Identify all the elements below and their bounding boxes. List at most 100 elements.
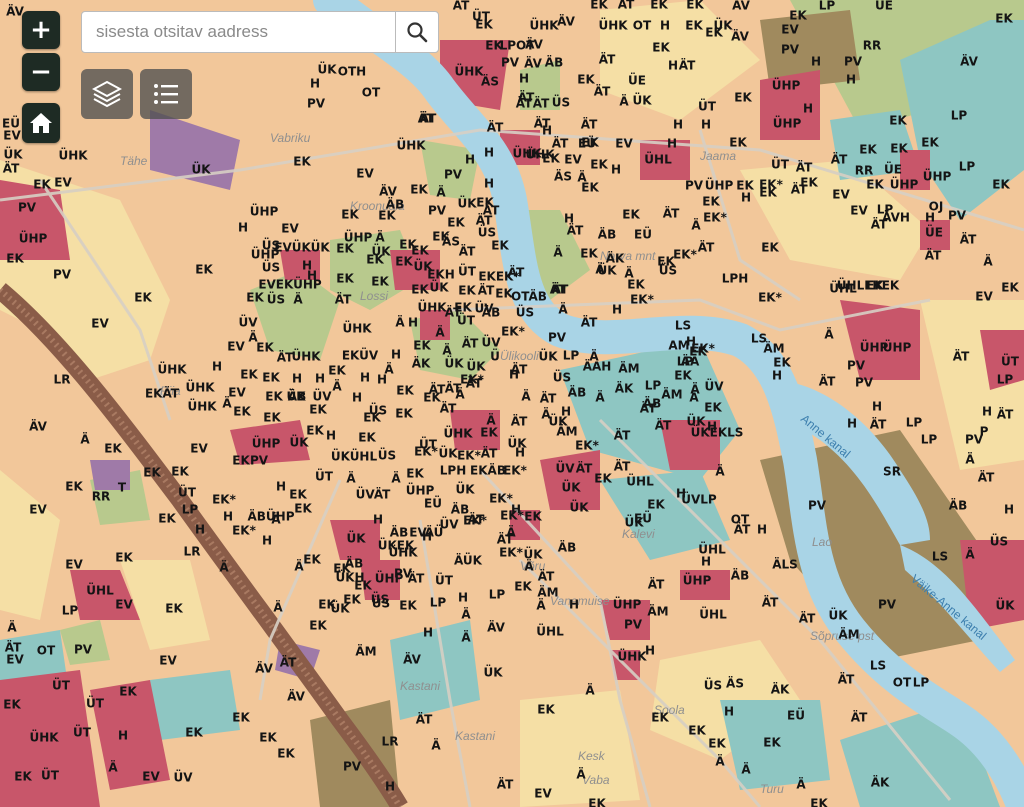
zone-code-label: H	[611, 163, 621, 177]
zoom-out-button[interactable]: −	[22, 53, 60, 91]
zone-code-label: ÜT	[458, 264, 477, 279]
zone-code-label: EK	[708, 737, 726, 751]
zone-code-label: Ä	[553, 245, 563, 260]
zone-code-label: ÄT	[953, 349, 970, 364]
layers-button[interactable]	[81, 69, 133, 119]
zone-code-label: EK*	[758, 291, 782, 305]
zone-code-label: ÜK	[828, 608, 848, 623]
zone-code-label: EK	[992, 178, 1010, 192]
zone-code-label: ÄB	[390, 525, 408, 540]
zone-code-label: ÄK	[771, 682, 790, 697]
zone-code-label: ÄAH	[583, 359, 612, 374]
zone-code-label: Ä	[506, 525, 516, 540]
zone-code-label: EK*	[489, 492, 513, 506]
zone-code-label: PV	[548, 331, 567, 345]
zone-code-label: EV	[227, 340, 245, 354]
zone-code-label: H	[408, 316, 418, 330]
zone-code-label: EK	[343, 593, 361, 607]
zone-code-label: ÄLS	[772, 557, 798, 572]
zone-code-label: Ä	[431, 738, 441, 753]
zone-code-label: ÜKH	[335, 570, 364, 585]
zone-code-label: ÜHK	[454, 64, 484, 79]
zone-code-label: PV	[948, 209, 967, 223]
zone-code-label: ÜHL	[698, 542, 726, 557]
zone-code-label: PV	[844, 55, 863, 69]
zone-code-label: ÜK	[346, 531, 366, 546]
zone-code-label: ÜHK	[187, 399, 217, 414]
zone-code-label: Ä	[983, 254, 993, 269]
zone-code-label: EV	[832, 188, 850, 202]
zone-code-label: LS	[932, 550, 948, 564]
zone-code-label: EK	[293, 155, 311, 169]
zone-code-label: EK	[458, 284, 476, 298]
zone-code-label: ÄT	[335, 292, 352, 307]
zone-code-label: EK	[358, 431, 376, 445]
zone-code-label: EK*	[212, 493, 236, 507]
zone-code-label: ÜV	[312, 389, 332, 404]
zone-code-label: EK*	[232, 524, 256, 538]
zone-code-label: ÜE	[875, 0, 893, 13]
zone-code-label: ÜVLP	[681, 492, 717, 507]
zone-code-label: EV	[975, 290, 993, 304]
zone-code-label: OT	[362, 86, 381, 100]
zone-code-label: EK*	[501, 325, 525, 339]
zone-code-label: Ä	[461, 630, 471, 645]
zone-code-label: LP	[645, 379, 662, 393]
zone-code-label: LR	[184, 545, 201, 559]
zone-code-label: PV	[307, 97, 326, 111]
zone-code-label: ÜT	[1001, 354, 1020, 369]
zone-code-label: OT	[893, 676, 912, 690]
zone-code-label: ÄM	[661, 387, 682, 402]
zone-code-label: EK	[399, 599, 417, 613]
zone-code-label: ÜT	[771, 157, 790, 172]
zone-code-label: EK	[652, 41, 670, 55]
zone-code-label: EK	[423, 391, 441, 405]
layers-icon	[92, 80, 122, 108]
zone-code-label: H	[515, 446, 525, 460]
zone-code-label: EK	[622, 208, 640, 222]
zone-code-label: LP	[62, 604, 79, 618]
zone-code-label: EK	[119, 685, 137, 699]
zone-code-label: Ä	[391, 471, 401, 486]
zone-code-label: EK	[336, 242, 354, 256]
zone-code-label: ÄT	[538, 569, 555, 584]
zone-code-label: ÄB	[345, 556, 363, 571]
zoom-in-button[interactable]: +	[22, 11, 60, 49]
zone-code-label: ÄS	[481, 74, 499, 89]
zone-code-label: ÜT	[698, 99, 717, 114]
zone-code-label: EÜ	[424, 496, 442, 511]
zone-code-label: ÄT	[476, 213, 493, 228]
zone-code-label: ÜK	[624, 515, 644, 530]
zone-code-label: Ä	[455, 387, 465, 402]
zone-code-label: ÜT	[86, 696, 105, 711]
home-button[interactable]	[22, 103, 60, 143]
land-use-map[interactable]: Vaba Kesk Soola Turu Lao Kalevi Riia Võr…	[0, 0, 1024, 807]
zone-code-label: ÄT	[581, 315, 598, 330]
zone-code-label: H	[772, 369, 782, 383]
zone-code-label: EK	[309, 619, 327, 633]
zone-code-label: EK	[165, 602, 183, 616]
legend-list-icon	[154, 84, 178, 104]
zone-code-label: EV	[91, 317, 109, 331]
zone-code-label: EK	[889, 114, 907, 128]
zone-code-label: ÄT	[663, 206, 680, 221]
zone-code-label: Ä	[395, 315, 405, 330]
zone-code-label: EK	[581, 181, 599, 195]
zone-code-label: OT	[37, 644, 56, 658]
zone-code-label: ÄM	[556, 424, 577, 439]
zone-code-label: ÜHP	[252, 436, 281, 451]
legend-button[interactable]	[140, 69, 192, 119]
search-button[interactable]	[395, 12, 438, 52]
zone-code-label: H	[385, 780, 395, 794]
zone-code-label: H	[612, 303, 622, 317]
zone-code-label: LPOT	[500, 39, 536, 53]
search-input[interactable]	[82, 12, 395, 52]
zone-code-label: ÜHK	[342, 321, 372, 336]
street-label: Kastani	[455, 729, 495, 743]
zone-code-label: ÄT	[420, 111, 437, 126]
zone-code-label: ÜS	[372, 596, 390, 611]
zone-code-label: H	[982, 405, 992, 419]
zone-code-label: EV	[190, 442, 208, 456]
zone-code-label: ÜHK	[58, 148, 88, 163]
zone-code-label: EK	[294, 502, 312, 516]
